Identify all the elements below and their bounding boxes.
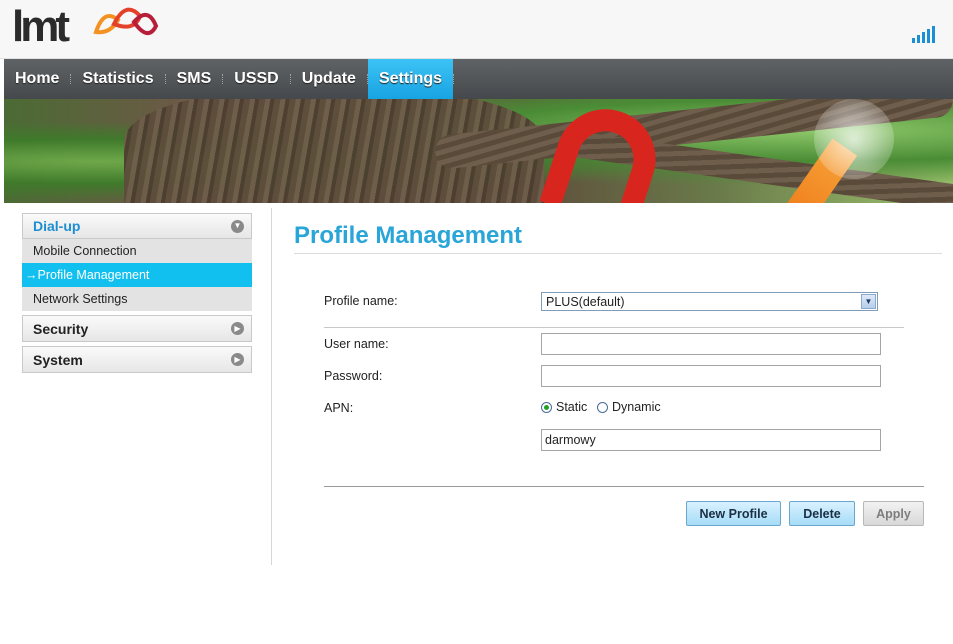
sidebar-item-label: Profile Management — [37, 268, 150, 282]
top-header: lmt — [0, 0, 953, 59]
new-profile-button[interactable]: New Profile — [686, 501, 781, 526]
nav-statistics[interactable]: Statistics — [71, 59, 164, 99]
logo-text: lmt — [12, 2, 70, 51]
form-divider — [324, 327, 904, 328]
sidebar-menu: Dial-up ▼ Mobile Connection → Profile Ma… — [22, 213, 252, 373]
sidebar-item-label: Mobile Connection — [33, 244, 137, 258]
user-name-field[interactable] — [541, 333, 881, 355]
profile-name-value: PLUS(default) — [546, 294, 625, 309]
sidebar-item-label: Network Settings — [33, 292, 128, 306]
apn-dynamic-label: Dynamic — [612, 400, 661, 414]
delete-button[interactable]: Delete — [789, 501, 855, 526]
sidebar-item-network-settings[interactable]: Network Settings — [22, 287, 252, 311]
nav-home[interactable]: Home — [4, 59, 70, 99]
apn-static-radio[interactable]: Static — [541, 400, 587, 414]
sidebar-item-profile-management[interactable]: → Profile Management — [22, 263, 252, 287]
apn-static-label: Static — [556, 400, 588, 414]
nav-update[interactable]: Update — [291, 59, 367, 99]
main-nav: Home Statistics SMS USSD Update Settings — [4, 59, 953, 99]
header-banner-image — [4, 99, 953, 203]
page-title: Profile Management — [294, 222, 523, 249]
apn-field[interactable]: darmowy — [541, 429, 881, 451]
lmt-logo: lmt — [10, 4, 170, 50]
sidebar-item-mobile-connection[interactable]: Mobile Connection — [22, 239, 252, 263]
apn-label: APN: — [324, 401, 354, 415]
profile-name-select[interactable]: PLUS(default) ▼ — [541, 292, 878, 311]
password-label: Password: — [324, 369, 383, 383]
nav-separator — [453, 59, 455, 99]
arrow-right-icon: → — [25, 268, 38, 282]
sidebar-section-system[interactable]: System ▶ — [22, 346, 252, 373]
radio-checked-icon[interactable] — [541, 401, 552, 413]
chevron-right-icon: ▶ — [231, 322, 244, 335]
apply-button[interactable]: Apply — [863, 501, 924, 526]
apn-dynamic-radio[interactable]: Dynamic — [597, 400, 661, 414]
sidebar-section-label: System — [33, 351, 83, 368]
signal-bars-icon — [912, 25, 935, 43]
nav-sms[interactable]: SMS — [166, 59, 223, 99]
profile-name-label: Profile name: — [324, 294, 398, 308]
logo-swirl-icon — [93, 7, 159, 35]
content-divider — [271, 208, 272, 565]
radio-unchecked-icon[interactable] — [597, 401, 608, 413]
title-underline — [294, 253, 942, 254]
sidebar-section-security[interactable]: Security ▶ — [22, 315, 252, 342]
chevron-down-icon: ▼ — [231, 219, 244, 233]
sidebar-section-dialup[interactable]: Dial-up ▼ — [22, 213, 252, 239]
dialup-submenu: Mobile Connection → Profile Management N… — [22, 239, 252, 311]
sidebar-section-label: Dial-up — [33, 218, 81, 234]
password-field[interactable] — [541, 365, 881, 387]
user-name-label: User name: — [324, 337, 389, 351]
nav-ussd[interactable]: USSD — [223, 59, 289, 99]
form-bottom-divider — [324, 486, 924, 487]
chevron-down-icon[interactable]: ▼ — [861, 294, 876, 309]
sidebar-section-label: Security — [33, 320, 89, 337]
nav-settings[interactable]: Settings — [367, 59, 454, 99]
chevron-right-icon: ▶ — [231, 353, 244, 366]
